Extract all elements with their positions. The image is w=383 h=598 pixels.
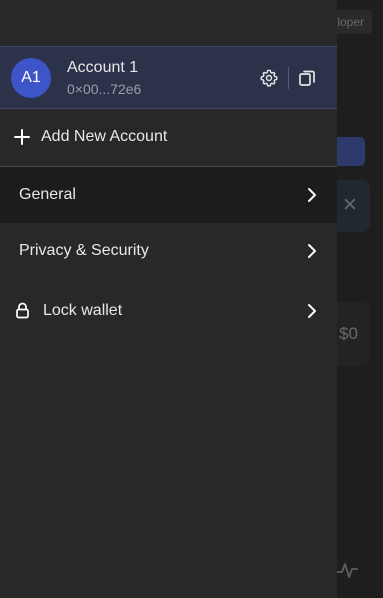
chevron-right-icon <box>308 304 316 318</box>
plus-icon <box>14 129 30 145</box>
menu-item-lock-wallet[interactable]: Lock wallet <box>0 283 337 339</box>
account-address: 0×00...72e6 <box>67 81 142 97</box>
menu-item-label: Lock wallet <box>43 302 123 319</box>
activity-icon <box>336 563 358 578</box>
lock-icon <box>16 302 29 319</box>
menu-item-general[interactable]: General <box>0 167 337 223</box>
gear-icon[interactable] <box>259 68 279 88</box>
chevron-right-icon <box>308 188 316 202</box>
add-new-account-label: Add New Account <box>41 128 168 145</box>
account-actions-divider <box>288 67 289 89</box>
account-name: Account 1 <box>67 59 139 76</box>
menu-item-label: General <box>19 186 76 203</box>
background-close-icon: ✕ <box>342 195 358 216</box>
avatar: A1 <box>11 58 51 98</box>
menu-item-label: Privacy & Security <box>19 242 149 259</box>
menu-item-privacy-security[interactable]: Privacy & Security <box>0 223 337 279</box>
account-row[interactable]: A1 Account 1 0×00...72e6 <box>0 46 337 109</box>
account-drawer: A1 Account 1 0×00...72e6 Add New Account… <box>0 0 337 598</box>
add-new-account-button[interactable]: Add New Account <box>0 109 337 167</box>
copy-icon[interactable] <box>297 68 317 88</box>
chevron-right-icon <box>308 244 316 258</box>
